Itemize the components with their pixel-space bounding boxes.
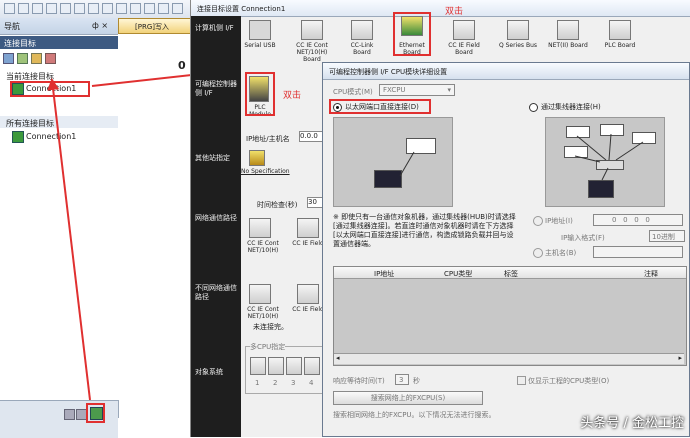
arrow-to-current-connection: [47, 78, 91, 401]
net-route-cc-ie-cont-label: CC IE Cont NET/10(H): [247, 240, 279, 254]
radio-hub-connection[interactable]: 通过集线器连接(H): [529, 101, 649, 113]
col-cpu-type[interactable]: CPU类型: [444, 269, 472, 279]
highlight-radio-direct: [329, 99, 431, 114]
plc-board-label: PLC Board: [604, 42, 636, 49]
cpu-mode-value: FXCPU: [383, 86, 406, 94]
section-other-station: 其他站指定: [195, 154, 230, 162]
cpu-3-number: 3: [291, 379, 296, 387]
search-result-table[interactable]: IP地址 CPU类型 标签 注释 ◂ ▸: [333, 266, 687, 366]
plc-board-button[interactable]: [609, 20, 631, 40]
highlight-ethernet-board: [393, 12, 431, 56]
ip-address-input[interactable]: 0 0 0 0: [593, 214, 683, 226]
dialog-title: 连接目标设置 Connection1: [197, 5, 286, 13]
radio-hub-circle: [529, 103, 538, 112]
direct-cable-line: [399, 151, 415, 177]
col-label[interactable]: 标签: [504, 269, 518, 279]
ip-address-label: IP地址(I): [545, 217, 573, 225]
net-route-cc-ie-field-label: CC IE Field: [292, 240, 324, 247]
disconnected-note: 未连接完。: [253, 323, 288, 331]
cpu-3-button[interactable]: [286, 357, 302, 375]
subdialog-title: 可编程控制器侧 I/F CPU模块详细设置: [329, 68, 448, 76]
ip-host-value: 0.0.0: [300, 132, 318, 140]
dialog-section-column: 计算机侧 I/F 可编程控制器侧 I/F 其他站指定 网络通信路径 不同网络通信…: [191, 16, 241, 437]
ip-address-value: 0 0 0 0: [612, 216, 650, 224]
multi-cpu-label: 多CPU指定: [250, 342, 286, 352]
q-series-bus-label: Q Series Bus: [498, 42, 538, 49]
ip-input-format-label: IP输入格式(F): [561, 234, 605, 242]
cpu-1-button[interactable]: [250, 357, 266, 375]
no-specification-button[interactable]: [249, 150, 265, 166]
host-name-input[interactable]: [593, 246, 683, 258]
cc-link-board-button[interactable]: [351, 20, 373, 40]
table-header-row: IP地址 CPU类型 标签 注释: [334, 267, 686, 279]
cc-ie-cont-board-label: CC IE Cont NET/10(H) Board: [296, 42, 328, 63]
cpu-mode-label: CPU模式(M): [333, 88, 373, 96]
other-net-cc-ie-field-label: CC IE Field: [292, 306, 324, 313]
section-pc-if: 计算机侧 I/F: [195, 24, 234, 32]
timeout-label: 时间检查(秒): [257, 201, 298, 209]
annotation-double-click-plc: 双击: [283, 91, 302, 101]
no-specification-label: No Specification: [241, 168, 290, 175]
response-wait-value: 3: [399, 376, 404, 384]
search-fxcpu-button[interactable]: 搜索网络上的FXCPU(S): [333, 391, 483, 405]
hub-connection-diagram: [545, 117, 665, 207]
cpu-4-number: 4: [309, 379, 314, 387]
watermark: 头条号 / 金松工控: [580, 416, 684, 431]
ip-input-format-select[interactable]: 10进制: [649, 230, 685, 242]
other-net-cc-ie-cont-label: CC IE Cont NET/10(H): [247, 306, 279, 320]
col-ip-address[interactable]: IP地址: [374, 269, 394, 279]
section-other-network: 不同网络通信路径: [195, 284, 237, 301]
timeout-value: 30: [308, 198, 317, 206]
response-wait-input[interactable]: 3: [395, 374, 409, 385]
response-wait-unit: 秒: [413, 377, 420, 385]
host-name-label: 主机名(B): [545, 249, 577, 257]
cpu-type-only-label: 仅显示工程的CPU类型(O): [528, 377, 610, 385]
net-route-cc-ie-cont-button[interactable]: [249, 218, 271, 238]
chevron-down-icon: ▾: [447, 86, 451, 94]
dialog-titlebar: 连接目标设置 Connection1: [191, 0, 690, 17]
net-ii-board-button[interactable]: [557, 20, 579, 40]
annotation-double-click-top: 双击: [445, 7, 464, 17]
connection-note: ※ 即使只有一台通信对象机器，通过集线器(HUB)时请选择[通过集线器连接]。若…: [333, 213, 516, 248]
scroll-right-icon[interactable]: ▸: [678, 354, 682, 362]
other-net-cc-ie-field-button[interactable]: [297, 284, 319, 304]
scroll-left-icon[interactable]: ◂: [336, 354, 340, 362]
search-hint: 搜索相同网络上的FXCPU。以下情况无法进行搜索。: [333, 411, 496, 419]
horizontal-scrollbar[interactable]: ◂ ▸: [334, 353, 684, 364]
ip-input-format-value: 10进制: [652, 233, 675, 241]
cc-ie-cont-board-button[interactable]: [301, 20, 323, 40]
other-net-cc-ie-cont-button[interactable]: [249, 284, 271, 304]
q-series-bus-button[interactable]: [507, 20, 529, 40]
radio-hub-label: 通过集线器连接(H): [541, 103, 601, 111]
cpu-2-number: 2: [273, 379, 278, 387]
cpu-type-only-checkbox[interactable]: [517, 376, 526, 385]
section-plc-if: 可编程控制器侧 I/F: [195, 80, 237, 97]
section-target-system: 对象系统: [195, 368, 223, 376]
cpu-2-button[interactable]: [268, 357, 284, 375]
radio-host-name[interactable]: [533, 248, 543, 258]
radio-ip-address[interactable]: [533, 216, 543, 226]
direct-connection-diagram: [333, 117, 453, 207]
cc-ie-field-board-label: CC IE Field Board: [448, 42, 480, 56]
section-network-route: 网络通信路径: [195, 214, 237, 222]
net-ii-board-label: NET(II) Board: [548, 42, 588, 49]
cc-link-board-label: CC-Link Board: [350, 42, 374, 56]
multi-cpu-group: 多CPU指定 1 2 3 4: [245, 342, 325, 394]
highlight-plc-module: [245, 72, 275, 116]
col-comment[interactable]: 注释: [644, 269, 658, 279]
serial-usb-label: Serial USB: [244, 42, 276, 49]
cpu-mode-select[interactable]: FXCPU ▾: [379, 84, 455, 96]
ip-host-input[interactable]: 0.0.0: [299, 131, 323, 142]
timeout-input[interactable]: 30: [307, 197, 323, 208]
cpu-module-detail-dialog: 可编程控制器侧 I/F CPU模块详细设置 CPU模式(M) FXCPU ▾ 以…: [322, 62, 690, 437]
net-route-cc-ie-field-button[interactable]: [297, 218, 319, 238]
cc-ie-field-board-button[interactable]: [453, 20, 475, 40]
serial-usb-button[interactable]: [249, 20, 271, 40]
ip-host-label: IP地址/主机名: [246, 135, 290, 143]
cpu-4-button[interactable]: [304, 357, 320, 375]
cpu-1-number: 1: [255, 379, 260, 387]
hub-cable-lines: [574, 133, 644, 181]
response-wait-label: 响应等待时间(T): [333, 377, 385, 385]
subdialog-titlebar: 可编程控制器侧 I/F CPU模块详细设置: [323, 63, 689, 80]
